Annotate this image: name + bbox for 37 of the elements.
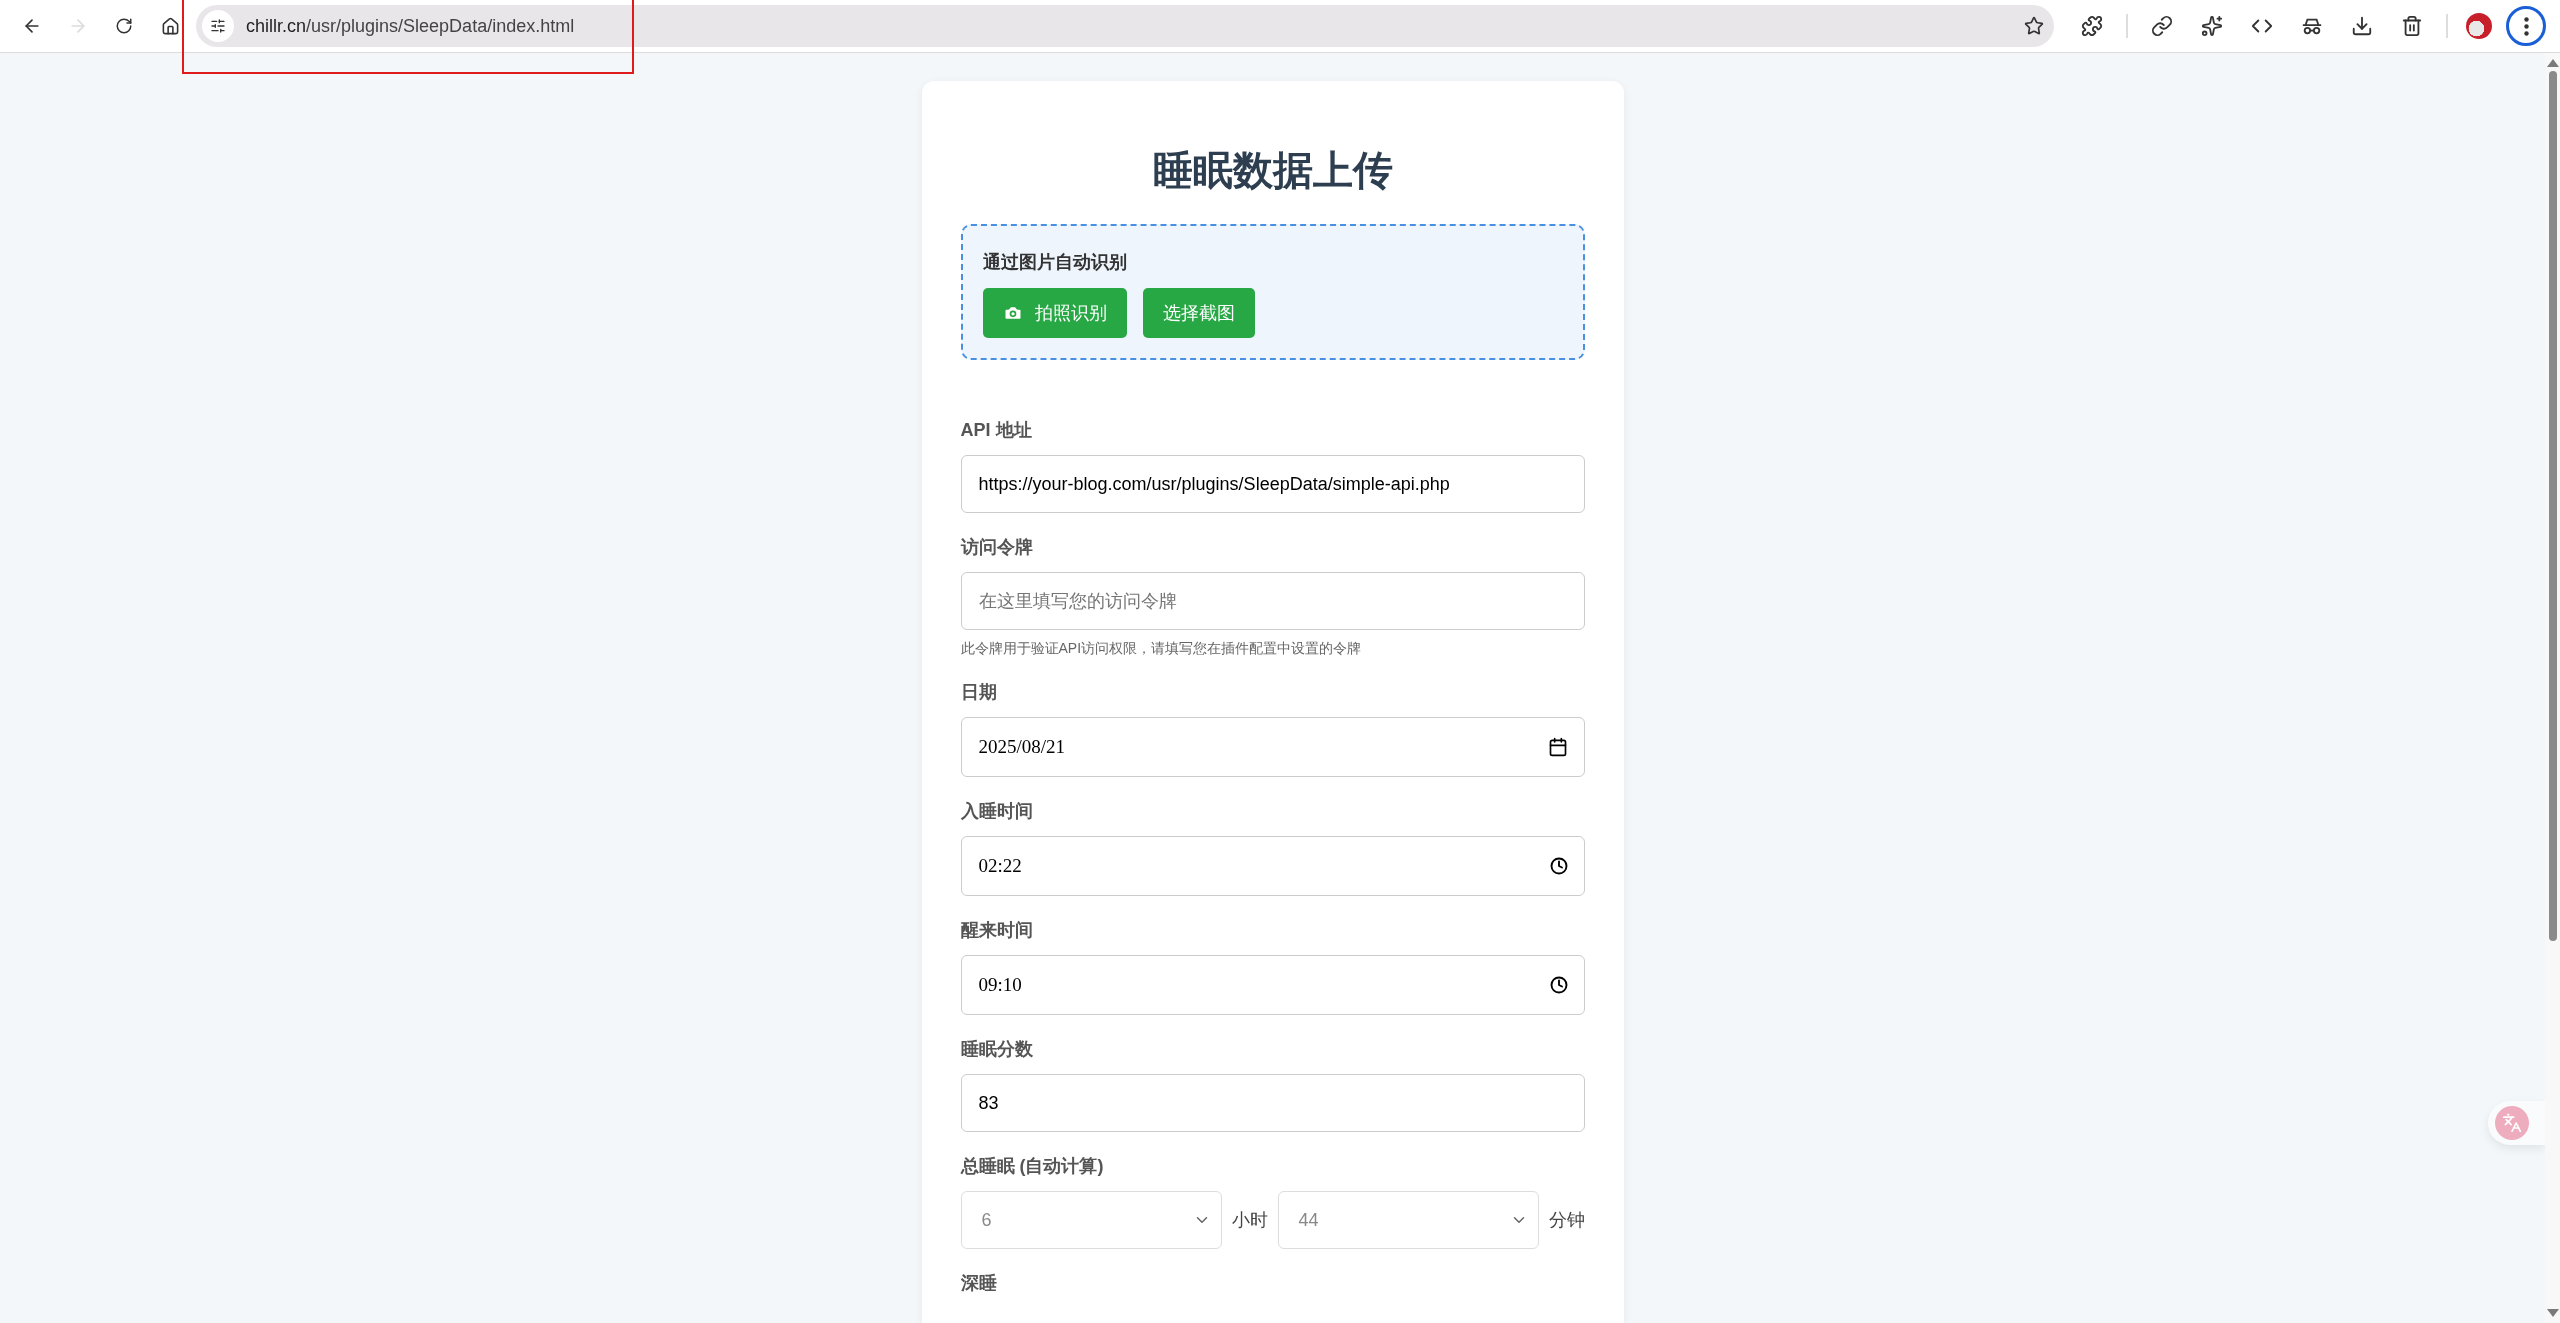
trash-icon <box>2401 15 2423 37</box>
input-field[interactable]: 在这里填写您的访问令牌 <box>960 572 1585 630</box>
hint-text: 此令牌用于验证API访问权限，请填写您在插件配置中设置的令牌 <box>960 640 1363 658</box>
field-label: 醒来时间 <box>960 919 1034 942</box>
input-field[interactable]: https://your-blog.com/usr/plugins/SleepData/simple-api.php <box>960 455 1585 513</box>
menu-icon <box>2523 16 2529 36</box>
bookmark-star-icon[interactable] <box>2024 16 2044 36</box>
page-title: 睡眠数据上传 <box>1151 147 1394 194</box>
scrollbar[interactable] <box>2545 53 2560 1323</box>
unit-label: 分钟 <box>1548 1209 1585 1232</box>
field-label: API 地址 <box>960 419 1033 442</box>
field-label: 总睡眠 (自动计算) <box>960 1155 1105 1178</box>
translate-icon <box>2502 1113 2522 1133</box>
download-icon <box>2351 15 2373 37</box>
input-field[interactable]: 83 <box>960 1074 1585 1132</box>
field-label: 睡眠分数 <box>960 1038 1034 1061</box>
date-field[interactable]: 2025/08/21 <box>960 717 1585 777</box>
puzzle-icon <box>2081 15 2103 37</box>
clock-icon <box>1549 976 1568 994</box>
calendar-icon <box>1547 737 1568 757</box>
field-label: 深睡 <box>960 1272 998 1295</box>
sparkles-icon <box>2201 15 2223 37</box>
address-bar[interactable]: chillr.cn/usr/plugins/SleepData/index.html <box>196 5 2054 47</box>
site-info-button[interactable] <box>202 10 234 42</box>
menu-button[interactable] <box>2506 6 2546 46</box>
field-label: 访问令牌 <box>960 536 1034 559</box>
time-field[interactable]: 09:10 <box>960 955 1585 1015</box>
sliders-icon <box>210 18 226 34</box>
url-text: chillr.cn/usr/plugins/SleepData/index.html <box>246 15 576 37</box>
panel-heading: 通过图片自动识别 <box>982 251 1128 274</box>
field-label: 入睡时间 <box>960 800 1034 823</box>
avatar-icon[interactable] <box>2466 13 2492 39</box>
time-field[interactable]: 02:22 <box>960 836 1585 896</box>
unit-label: 小时 <box>1231 1209 1268 1232</box>
field-label: 日期 <box>960 681 998 704</box>
link-icon <box>2151 15 2173 37</box>
clock-icon <box>1549 857 1568 875</box>
